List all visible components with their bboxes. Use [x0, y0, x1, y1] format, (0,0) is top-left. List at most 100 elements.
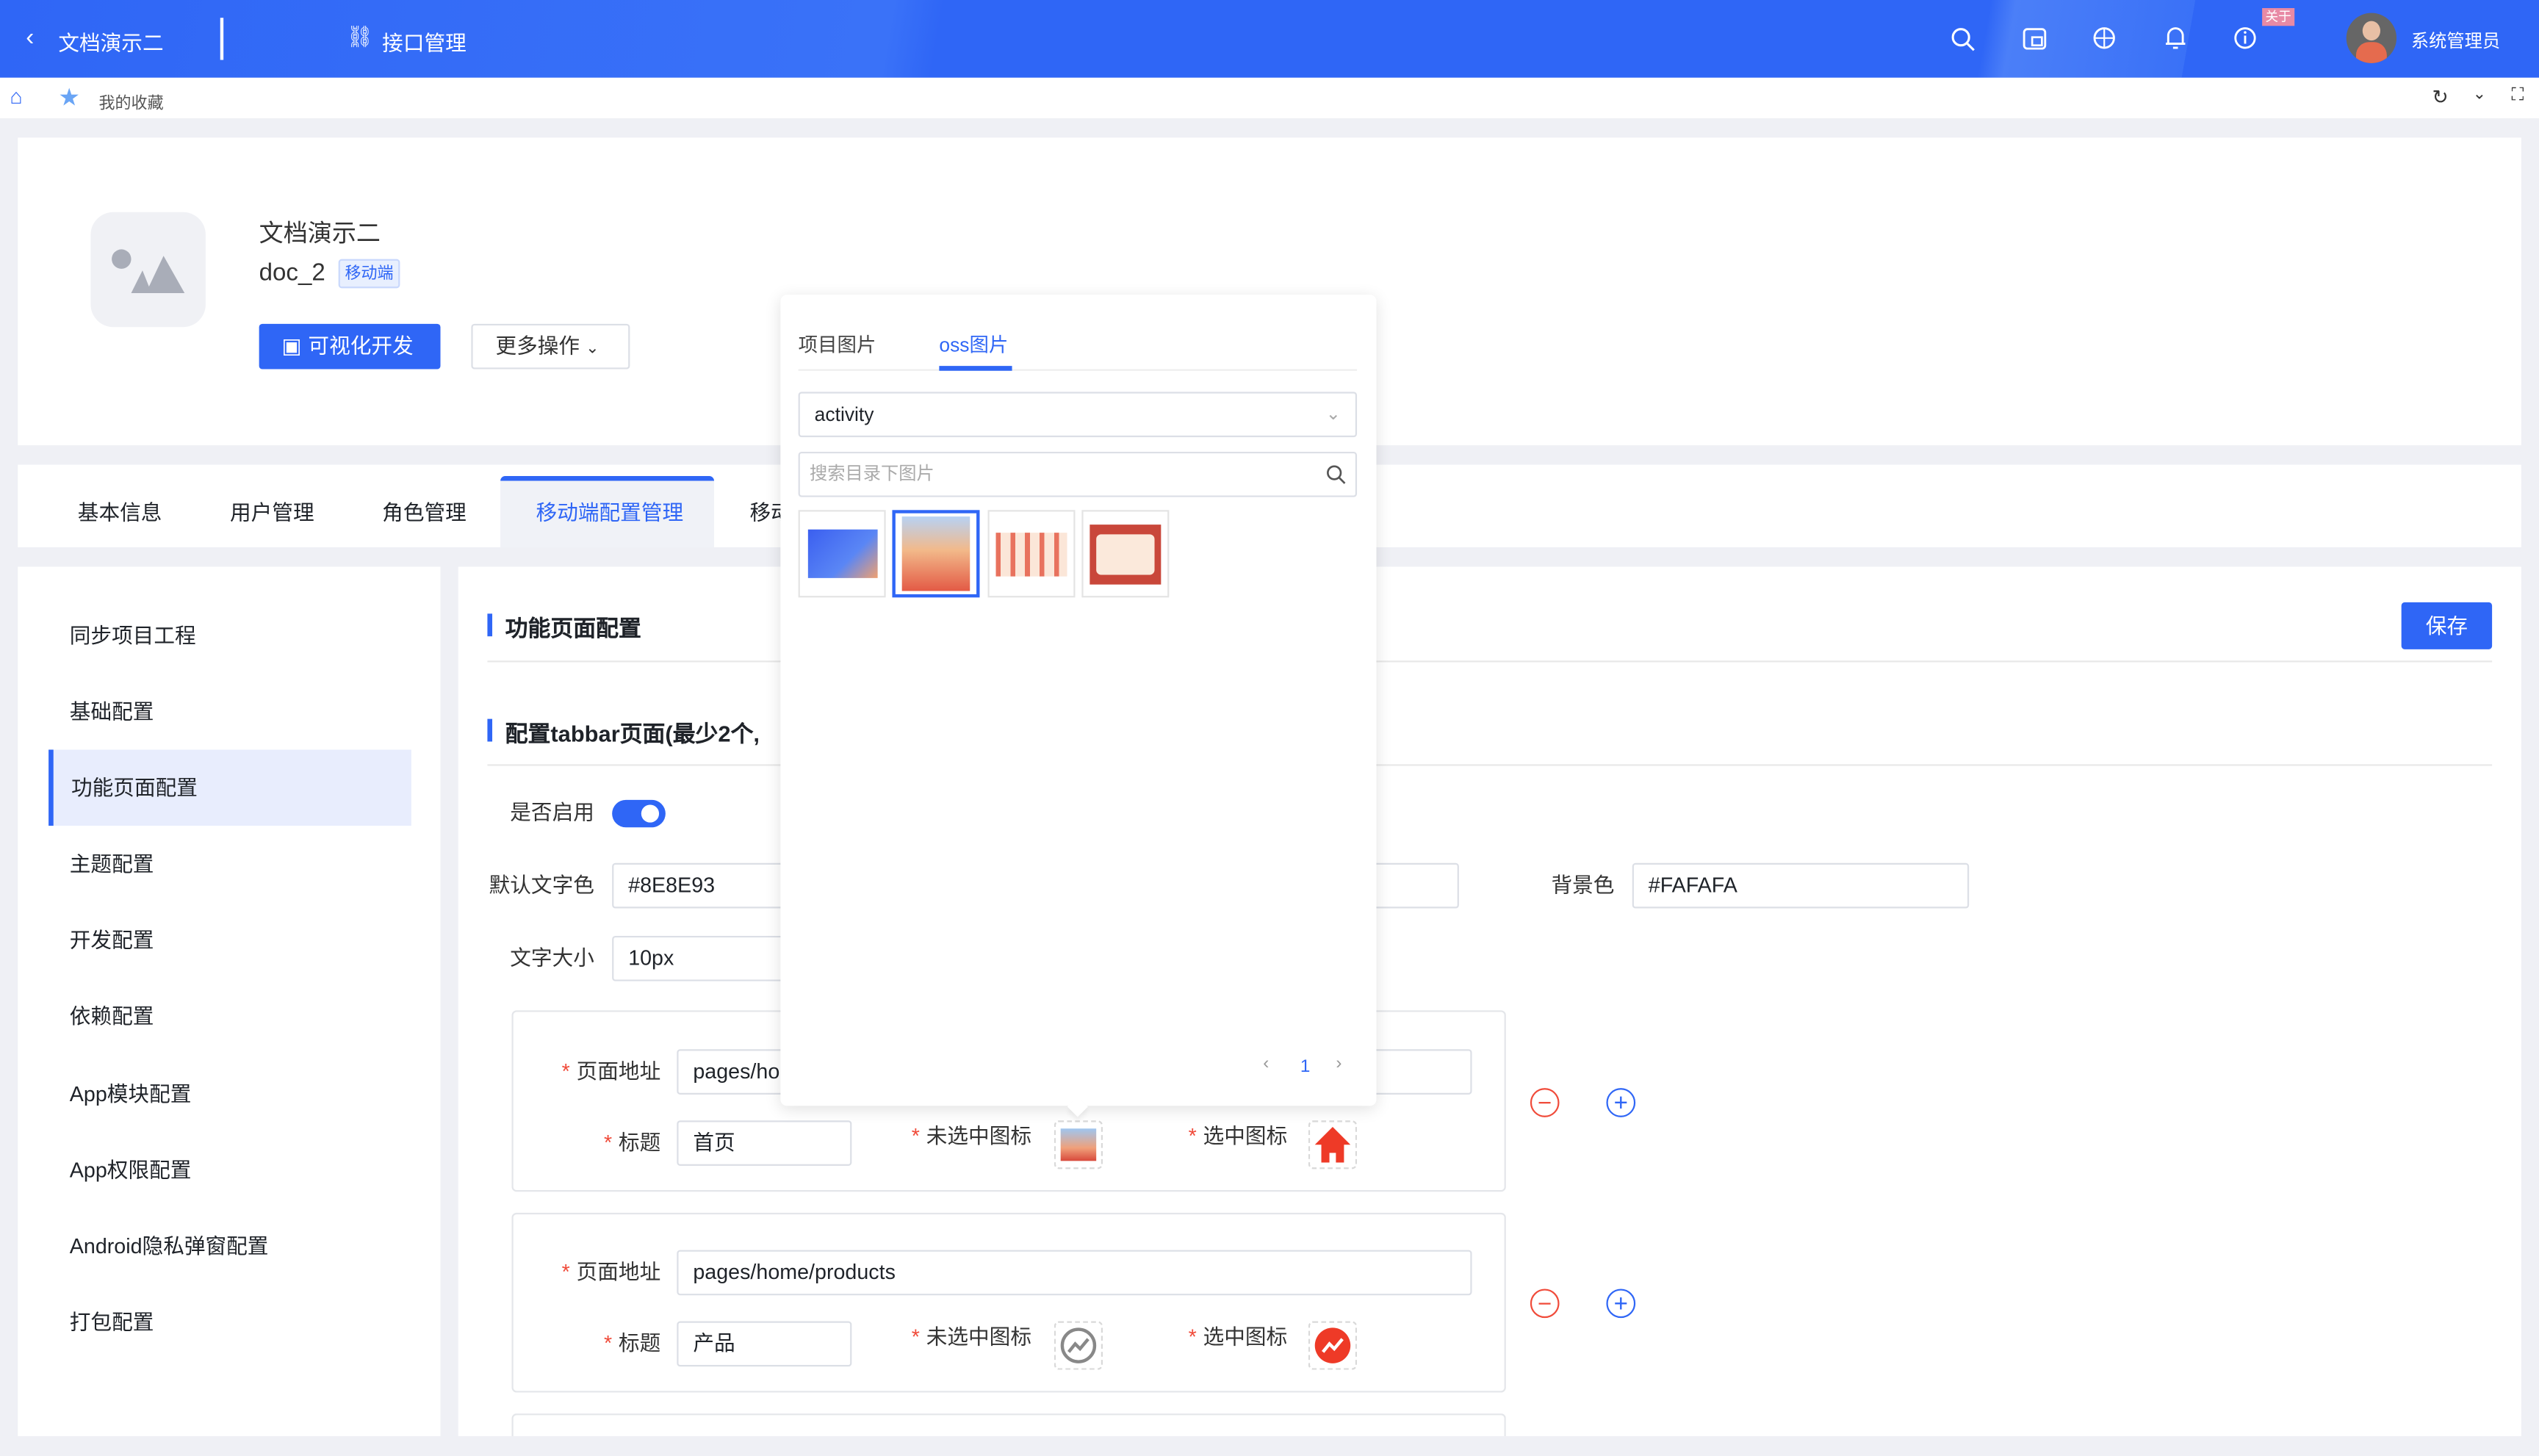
user-name[interactable]: 系统管理员 — [2411, 27, 2500, 53]
search-icon[interactable] — [1326, 465, 1346, 484]
avatar[interactable] — [2346, 12, 2397, 63]
tab-role-management[interactable]: 角色管理 — [382, 465, 467, 547]
image-thumbnail[interactable] — [1081, 510, 1170, 598]
favorites-label[interactable]: 我的收藏 — [98, 89, 163, 113]
remove-page-icon[interactable]: − — [1530, 1289, 1560, 1319]
sidebar-item-app-permissions[interactable]: App权限配置 — [48, 1132, 411, 1208]
project-image-placeholder — [90, 212, 206, 328]
window-icon[interactable] — [2023, 26, 2047, 50]
title-input[interactable]: 产品 — [677, 1321, 852, 1367]
info-icon[interactable] — [2233, 26, 2257, 50]
selected-icon-label: * 选中图标 — [1188, 1123, 1288, 1148]
sidebar-item-app-modules[interactable]: App模块配置 — [48, 1056, 411, 1132]
sidebar-item-theme[interactable]: 主题配置 — [48, 826, 411, 902]
home-icon[interactable]: ⌂ — [10, 84, 22, 109]
sidebar-item-sync-project[interactable]: 同步项目工程 — [48, 597, 411, 674]
text-color-input[interactable]: #8E8E93 — [612, 862, 807, 909]
chevron-down-icon: ⌄ — [586, 339, 599, 358]
favorites-bar: ⌂ ★ 我的收藏 ↻ ⌄ ⛶ — [0, 77, 2539, 118]
more-actions-label: 更多操作 — [495, 334, 580, 358]
folder-select[interactable]: activity ⌄ — [798, 392, 1358, 438]
visual-dev-label: 可视化开发 — [308, 334, 414, 358]
tabbar-page-card — [511, 1413, 1506, 1437]
title-label: * 标题 — [603, 1130, 661, 1155]
prev-page-icon[interactable]: ‹ — [1263, 1054, 1269, 1073]
chevron-down-icon[interactable]: ⌄ — [2473, 86, 2486, 104]
bg-color-input[interactable]: #FAFAFA — [1632, 862, 1970, 909]
font-size-label: 文字大小 — [510, 945, 594, 970]
tab-mobile-more[interactable]: 移动 — [749, 465, 782, 547]
sidebar-item-packaging[interactable]: 打包配置 — [48, 1284, 411, 1361]
search-placeholder: 搜索目录下图片 — [810, 464, 934, 485]
tabbar-section-title: 配置tabbar页面(最少2个, — [505, 720, 760, 747]
image-thumbnail[interactable] — [987, 510, 1076, 598]
save-button[interactable]: 保存 — [2401, 602, 2493, 649]
bell-icon[interactable] — [2164, 24, 2188, 50]
image-thumbnail-selected[interactable] — [892, 510, 980, 598]
image-search-input[interactable]: 搜索目录下图片 — [798, 451, 1358, 497]
enable-toggle[interactable] — [612, 799, 666, 828]
image-thumbnail[interactable] — [798, 510, 886, 598]
sidebar-item-android-privacy[interactable]: Android隐私弹窗配置 — [48, 1208, 411, 1284]
etf-banner-image — [807, 529, 877, 578]
image-icon — [112, 249, 185, 293]
text-color-label: 默认文字色 — [489, 873, 594, 898]
tab-user-management[interactable]: 用户管理 — [230, 465, 314, 547]
page-path-label: * 页面地址 — [561, 1059, 661, 1084]
top-nav-bar: ‹ 文档演示二 ⛓ 接口管理 关于 系统管理员 — [0, 0, 2539, 78]
unselected-icon-upload[interactable] — [1054, 1120, 1103, 1170]
sidebar-item-dependencies[interactable]: 依赖配置 — [48, 978, 411, 1054]
divider — [220, 18, 223, 60]
tab-oss-images[interactable]: oss图片 — [939, 331, 1008, 358]
selected-icon-label: * 选中图标 — [1188, 1324, 1288, 1349]
section-marker — [487, 718, 493, 742]
red-frame-image — [1090, 524, 1162, 584]
enable-label: 是否启用 — [510, 799, 594, 824]
about-badge[interactable]: 关于 — [2262, 8, 2295, 26]
title-input[interactable]: 首页 — [677, 1120, 852, 1166]
unselected-icon-upload[interactable] — [1054, 1321, 1103, 1370]
page-number[interactable]: 1 — [1300, 1057, 1311, 1076]
page-path-label: * 页面地址 — [561, 1259, 661, 1284]
back-icon[interactable]: ‹ — [26, 26, 34, 50]
next-page-icon[interactable]: › — [1336, 1054, 1341, 1073]
project-back-link[interactable]: 文档演示二 — [58, 26, 163, 57]
title-label: * 标题 — [603, 1330, 661, 1355]
visual-dev-button[interactable]: ▣ 可视化开发 — [259, 323, 441, 370]
home-icon — [1314, 1127, 1351, 1163]
tab-project-images[interactable]: 项目图片 — [799, 331, 876, 358]
tab-mobile-config[interactable]: 移动端配置管理 — [536, 465, 684, 547]
sidebar-item-basic-config[interactable]: 基础配置 — [48, 674, 411, 750]
section-marker — [487, 613, 493, 637]
project-code: doc_2 — [259, 259, 325, 287]
sidebar-item-dev-config[interactable]: 开发配置 — [48, 902, 411, 979]
bg-color-label: 背景色 — [1551, 873, 1615, 898]
page-path-input[interactable]: pages/home/products — [677, 1250, 1472, 1296]
font-size-input[interactable]: 10px — [612, 935, 807, 981]
globe-icon[interactable] — [2092, 26, 2117, 50]
tab-basic-info[interactable]: 基本信息 — [78, 465, 162, 547]
add-page-icon[interactable]: + — [1606, 1088, 1636, 1117]
project-name: 文档演示二 — [259, 220, 381, 248]
trend-up-icon — [1314, 1327, 1351, 1363]
unselected-icon-label: * 未选中图标 — [911, 1123, 1032, 1148]
trophy-image — [901, 516, 970, 591]
divider — [798, 369, 1358, 371]
sidebar-item-function-pages[interactable]: 功能页面配置 — [48, 749, 411, 826]
link-icon: ⛓ — [346, 24, 374, 49]
interface-management-link[interactable]: 接口管理 — [382, 26, 467, 57]
unselected-icon-label: * 未选中图标 — [911, 1324, 1032, 1349]
folder-select-value: activity — [814, 403, 874, 426]
section-title: 功能页面配置 — [505, 615, 641, 641]
remove-page-icon[interactable]: − — [1530, 1088, 1560, 1117]
refresh-icon[interactable]: ↻ — [2432, 86, 2449, 109]
more-actions-button[interactable]: 更多操作 ⌄ — [471, 323, 630, 370]
add-page-icon[interactable]: + — [1606, 1289, 1636, 1319]
trophy-image-icon — [1060, 1128, 1097, 1161]
star-icon: ★ — [58, 84, 80, 112]
fullscreen-icon[interactable]: ⛶ — [2512, 86, 2524, 107]
search-icon[interactable] — [1950, 26, 1976, 51]
selected-icon-upload[interactable] — [1308, 1321, 1358, 1370]
selected-icon-upload[interactable] — [1308, 1120, 1358, 1170]
trend-up-icon — [1060, 1327, 1097, 1363]
